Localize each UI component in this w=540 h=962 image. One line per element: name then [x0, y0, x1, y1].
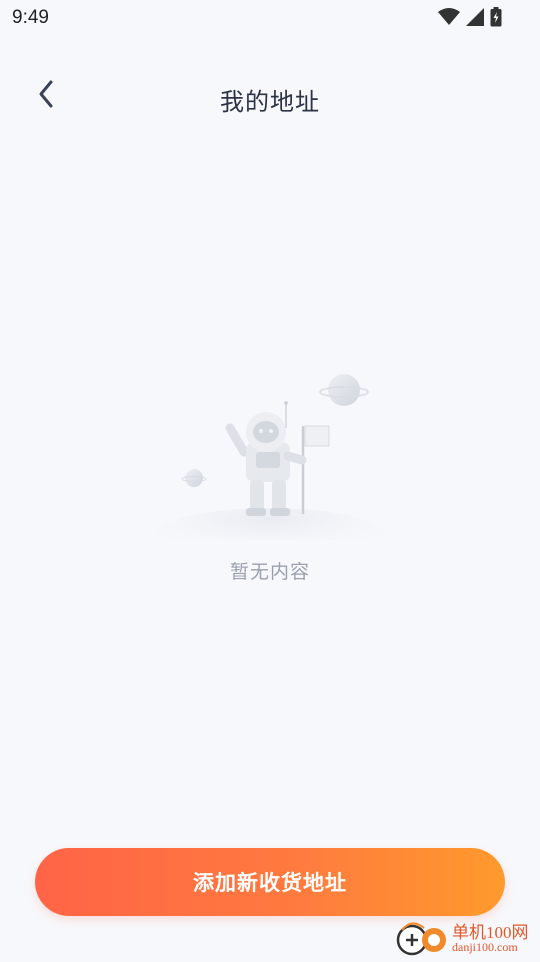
add-address-button[interactable]: 添加新收货地址	[35, 848, 505, 916]
wifi-icon	[438, 8, 460, 30]
empty-state-message: 暂无内容	[229, 561, 310, 583]
status-icons	[438, 7, 502, 31]
status-time: 9:49	[12, 7, 49, 28]
battery-charging-icon	[490, 7, 502, 31]
watermark-logo-icon	[396, 918, 450, 962]
watermark-site-url: danji100.com	[452, 940, 518, 954]
empty-state-illustration	[148, 362, 394, 564]
signal-icon	[466, 8, 484, 30]
watermark: 单机100网 danji100.com	[390, 916, 540, 960]
page-title: 我的地址	[220, 88, 320, 116]
status-bar: 9:49	[0, 0, 540, 36]
nav-bar: 我的地址	[0, 60, 540, 132]
